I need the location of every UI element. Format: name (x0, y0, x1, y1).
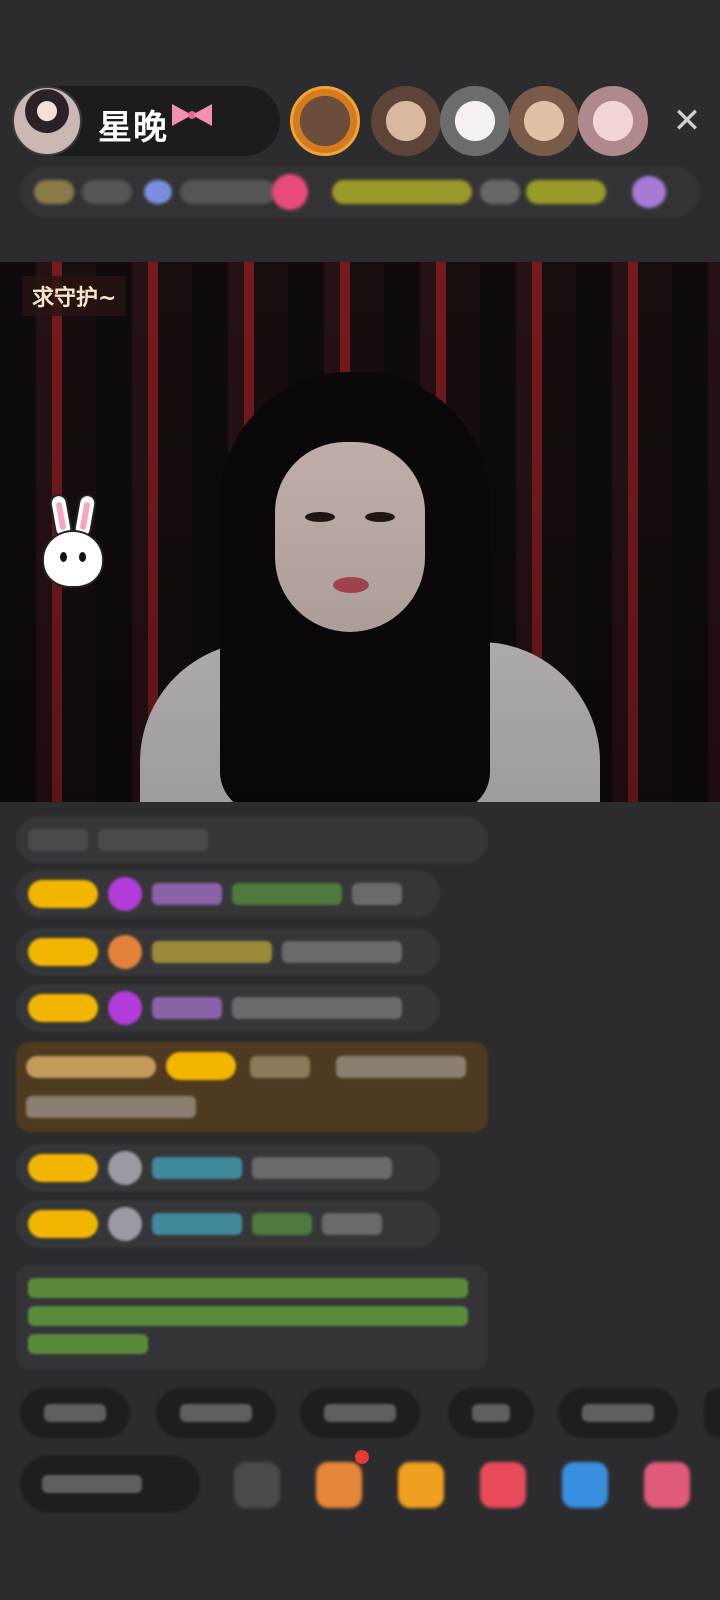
quick-reply-button[interactable] (300, 1388, 420, 1438)
more-icon[interactable] (234, 1462, 280, 1508)
quick-reply-button[interactable] (704, 1388, 720, 1438)
gift-announcement[interactable] (16, 1042, 488, 1132)
chat-message[interactable] (16, 1200, 440, 1248)
info-text (180, 180, 276, 204)
heart-icon[interactable] (272, 174, 308, 210)
viewer-avatar[interactable] (509, 86, 579, 156)
chat-message[interactable] (16, 1144, 440, 1192)
viewer-avatar[interactable] (371, 86, 441, 156)
user-level-badge (28, 994, 98, 1022)
user-level-badge (28, 880, 98, 908)
quick-reply-button[interactable] (558, 1388, 678, 1438)
chat-message[interactable] (16, 870, 440, 918)
quick-reply-button[interactable] (20, 1388, 130, 1438)
diamond-icon (108, 877, 142, 911)
info-text (82, 180, 132, 204)
top-viewer-avatar[interactable] (290, 86, 360, 156)
stream-info-bar[interactable] (20, 166, 700, 218)
info-text (332, 180, 472, 204)
quick-reply-button[interactable] (448, 1388, 534, 1438)
info-text (526, 180, 606, 204)
gift-icon[interactable] (644, 1462, 690, 1508)
badge-icon (108, 935, 142, 969)
live-video[interactable]: 求守护~ (0, 262, 720, 802)
gift-icon[interactable] (632, 176, 666, 208)
viewer-avatar[interactable] (440, 86, 510, 156)
user-avatar (108, 1151, 142, 1185)
host-name-text: 星晚 (98, 108, 168, 148)
comment-input[interactable] (20, 1456, 200, 1512)
lips-icon[interactable] (480, 1462, 526, 1508)
chat-message[interactable] (16, 984, 440, 1032)
bow-icon (172, 100, 212, 134)
rabbit-icon (40, 492, 106, 590)
bag-icon[interactable] (398, 1462, 444, 1508)
user-level-badge (28, 1154, 98, 1182)
notification-dot (355, 1450, 369, 1464)
chat-message[interactable] (16, 928, 440, 976)
chat-message[interactable] (16, 816, 488, 864)
info-text (480, 180, 520, 204)
user-level-badge (28, 1210, 98, 1238)
user-level-badge (28, 938, 98, 966)
quick-reply-button[interactable] (156, 1388, 276, 1438)
task-icon[interactable] (316, 1462, 362, 1508)
system-notice (16, 1264, 488, 1370)
user-avatar (108, 1207, 142, 1241)
host-avatar[interactable] (12, 86, 82, 156)
diamond-icon (108, 991, 142, 1025)
viewer-avatar[interactable] (578, 86, 648, 156)
close-icon[interactable]: ✕ (666, 100, 708, 142)
game-icon[interactable] (562, 1462, 608, 1508)
stream-overlay-text: 求守护~ (22, 276, 127, 316)
host-name: 星晚 (98, 100, 212, 149)
host-info-pill[interactable]: 星晚 (12, 86, 280, 156)
rank-badge (34, 180, 74, 204)
globe-icon (144, 180, 172, 204)
